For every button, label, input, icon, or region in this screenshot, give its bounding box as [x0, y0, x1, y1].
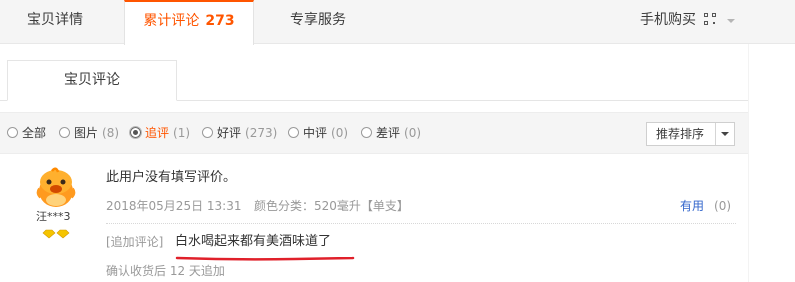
filter-neutral[interactable]: 中评 (0) — [288, 126, 348, 142]
red-underline-annotation — [175, 256, 355, 261]
radio-icon[interactable] — [288, 127, 299, 138]
useful-button[interactable]: 有用 (0) — [680, 199, 731, 213]
append-review-time: 确认收货后 12 天追加 — [106, 264, 225, 278]
radio-icon[interactable] — [361, 127, 372, 138]
review-divider — [106, 223, 736, 224]
append-review-label: [追加评论] — [106, 235, 164, 249]
useful-label[interactable]: 有用 — [680, 199, 704, 213]
filter-count: (273) — [245, 126, 278, 140]
sort-label: 推荐排序 — [656, 127, 705, 141]
filter-label: 好评 — [217, 126, 242, 140]
sort-dropdown[interactable]: 推荐排序 — [646, 122, 735, 146]
content-right-border — [748, 44, 749, 282]
vip-diamond-icon — [42, 229, 70, 239]
filter-label: 追评 — [145, 126, 170, 140]
tab-reviews-count: 273 — [205, 13, 235, 29]
reviewer-username: 汪***3 — [36, 210, 71, 223]
useful-count: (0) — [714, 199, 732, 213]
subtab-item-reviews[interactable]: 宝贝评论 — [7, 60, 177, 101]
tab-reviews[interactable]: 累计评论 273 — [124, 0, 254, 45]
filter-positive[interactable]: 好评 (273) — [202, 126, 277, 142]
review-filter-bar: 全部 图片 (8) 追评 (1) 好评 (273) 中评 (0) 差评 (0) — [0, 112, 748, 154]
chevron-down-icon[interactable] — [727, 19, 735, 23]
radio-icon[interactable] — [59, 127, 70, 138]
filter-followup[interactable]: 追评 (1) — [129, 126, 191, 142]
dropdown-arrow-icon[interactable] — [721, 132, 729, 136]
append-review-content: 白水喝起来都有美酒味道了 — [175, 234, 332, 249]
review-content: 此用户没有填写评价。 — [106, 170, 237, 185]
filter-label: 全部 — [22, 126, 47, 140]
radio-icon[interactable] — [7, 127, 18, 138]
radio-icon[interactable] — [202, 127, 213, 138]
filter-count: (0) — [331, 126, 349, 140]
sort-divider — [715, 123, 716, 145]
filter-count: (1) — [173, 126, 191, 140]
tab-reviews-label: 累计评论 — [143, 13, 200, 29]
filter-negative[interactable]: 差评 (0) — [361, 126, 421, 142]
filter-label: 图片 — [74, 126, 99, 140]
qr-code-icon — [704, 13, 716, 25]
review-date: 2018年05月25日 13:31 — [106, 199, 242, 213]
radio-checked-icon[interactable] — [129, 126, 142, 139]
mobile-buy-label: 手机购买 — [640, 12, 696, 28]
tab-exclusive-service[interactable]: 专享服务 — [290, 0, 346, 44]
filter-count: (0) — [404, 126, 422, 140]
detail-tab-bar: 宝贝详情 累计评论 273 专享服务 手机购买 — [0, 0, 795, 45]
filter-label: 差评 — [376, 126, 401, 140]
avatar[interactable] — [35, 167, 77, 209]
mobile-buy-link[interactable]: 手机购买 — [640, 0, 716, 44]
filter-all[interactable]: 全部 — [7, 126, 46, 142]
filter-pictures[interactable]: 图片 (8) — [59, 126, 119, 142]
filter-count: (8) — [102, 126, 120, 140]
tab-item-details[interactable]: 宝贝详情 — [27, 0, 83, 44]
review-sku: 颜色分类：520毫升【单支】 — [254, 199, 409, 213]
filter-label: 中评 — [303, 126, 328, 140]
